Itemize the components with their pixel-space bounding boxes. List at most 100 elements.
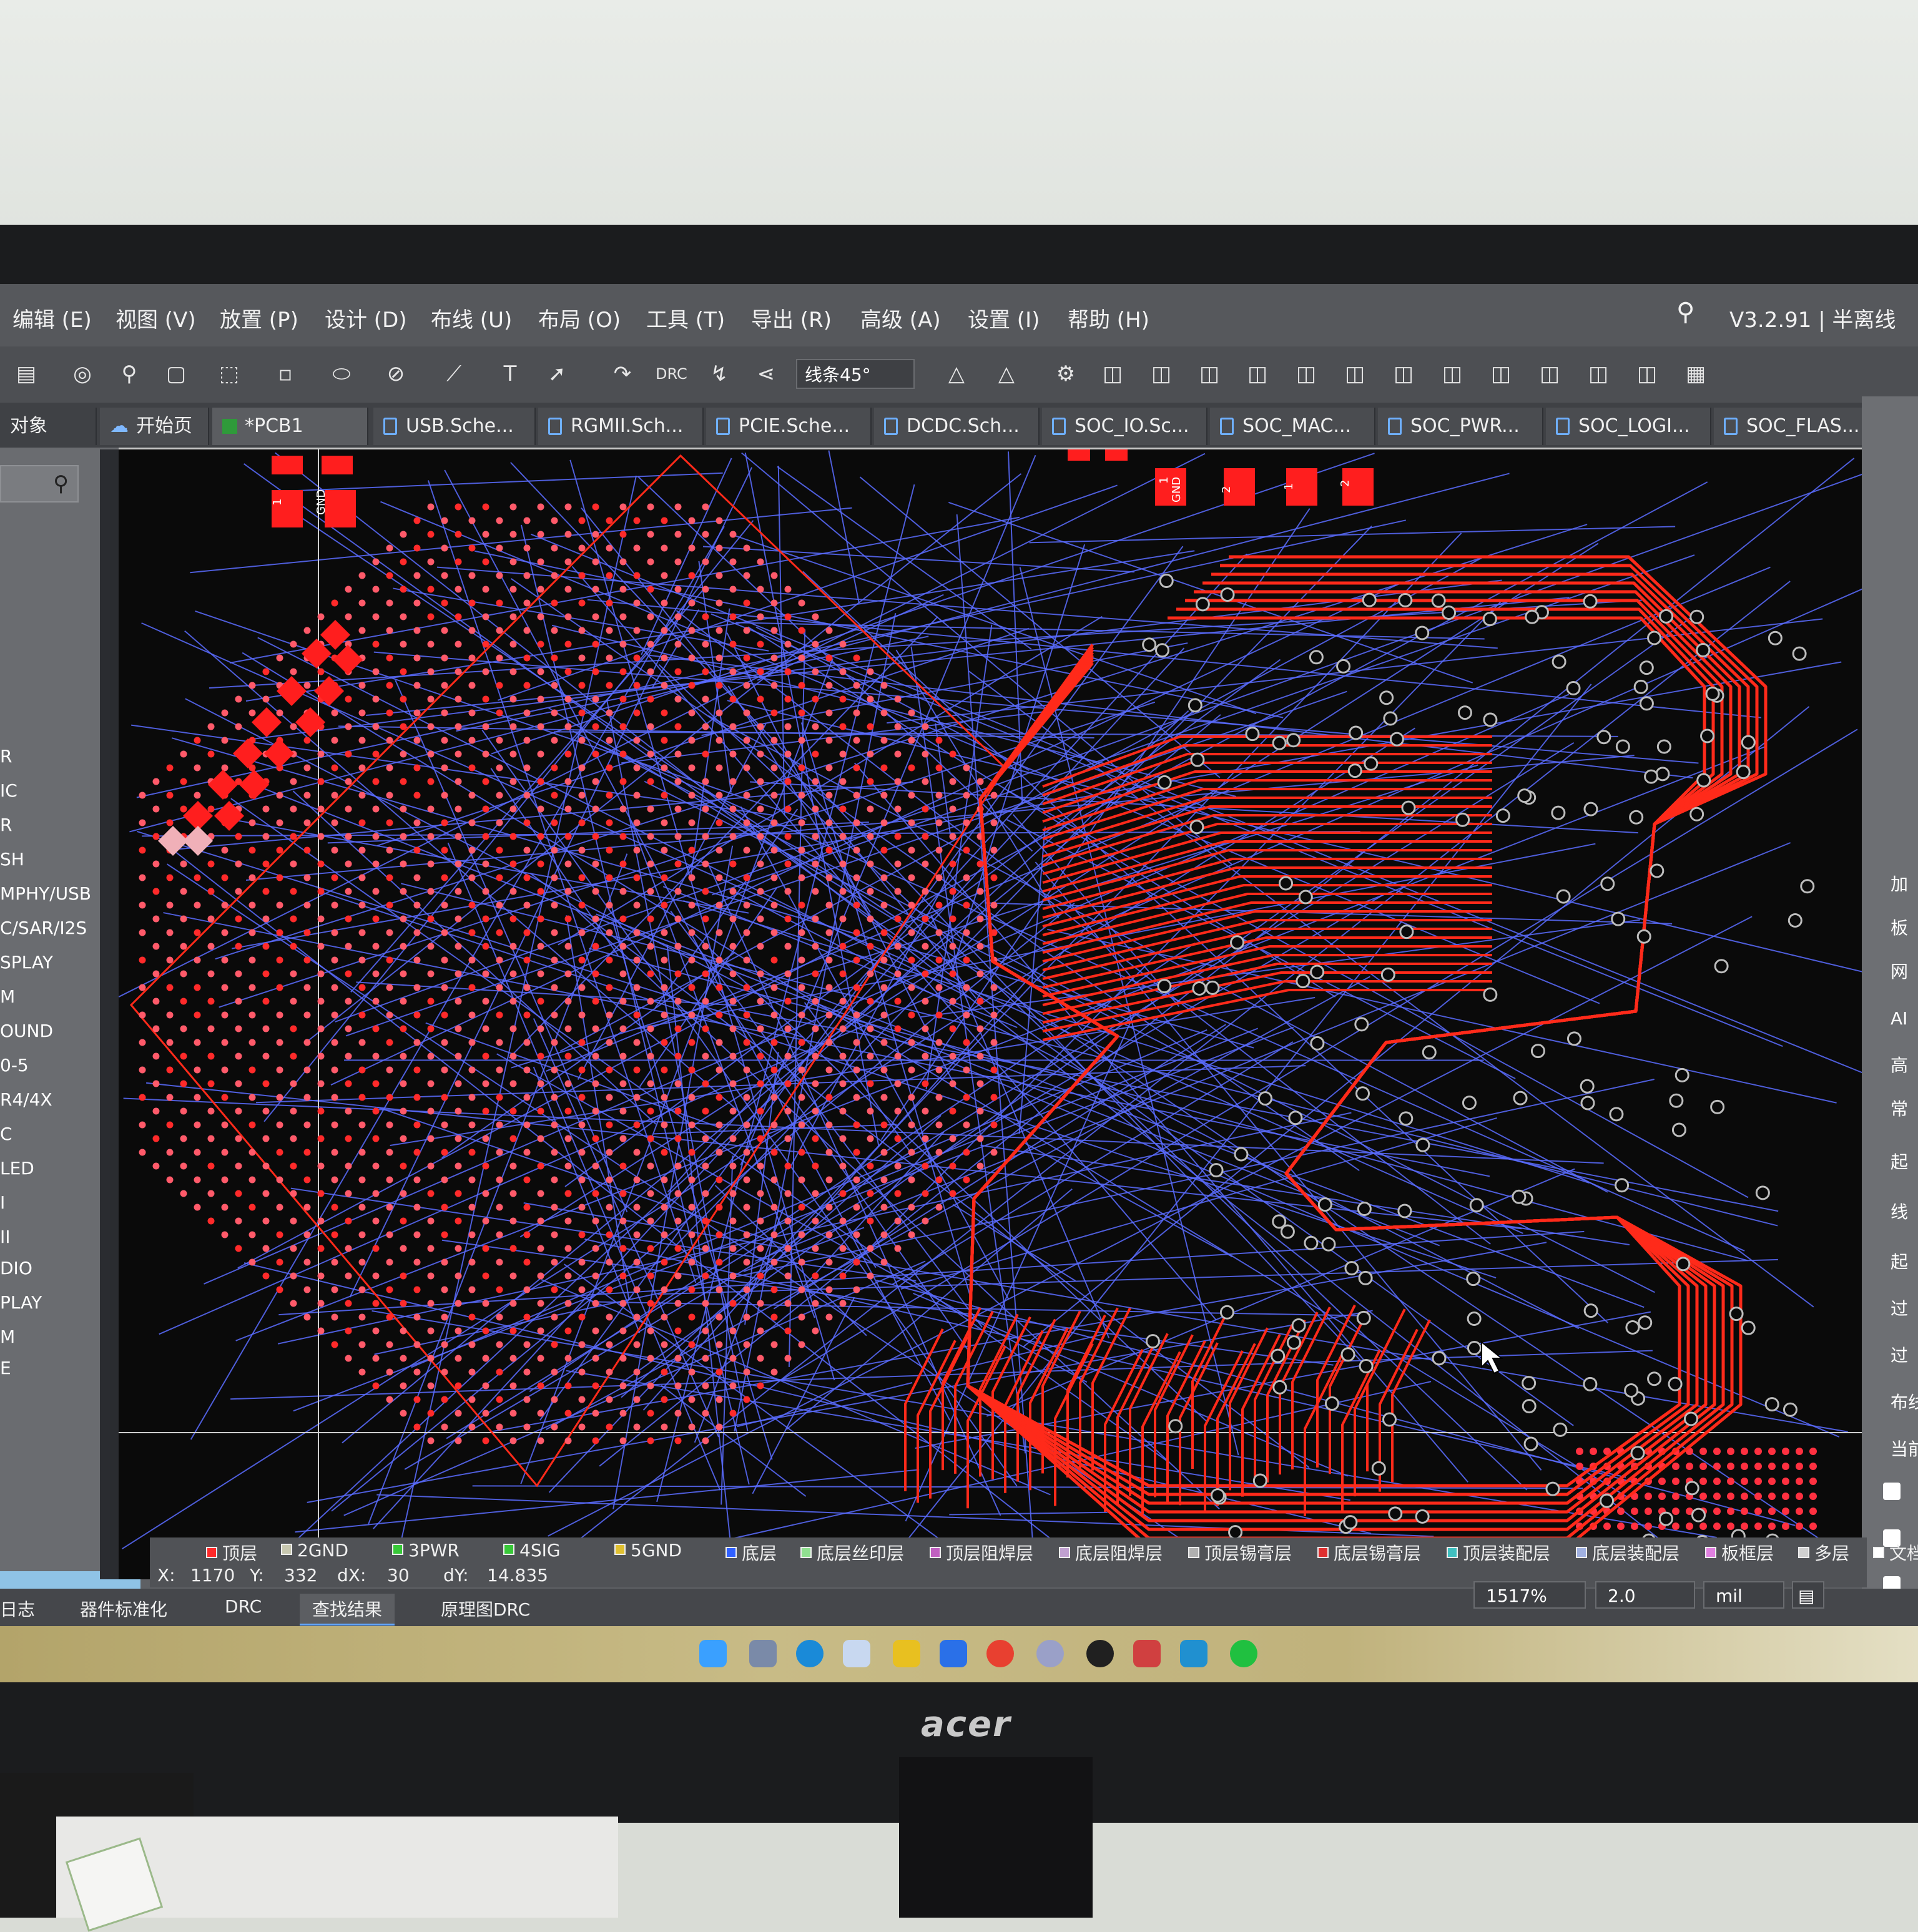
align-top-icon[interactable]: ◫ [1196, 360, 1223, 388]
layer-toggle[interactable]: 顶层装配层 [1447, 1540, 1550, 1565]
menu-layout[interactable]: 布局 (O) [538, 303, 621, 333]
shape-icon[interactable]: ▫ [272, 360, 299, 388]
left-list-item[interactable]: M [0, 1326, 15, 1347]
tab-soc-logi-sch[interactable]: SOC_LOGI... [1546, 408, 1711, 445]
edge-browser-icon[interactable] [796, 1640, 824, 1667]
tab-soc-io-sch[interactable]: SOC_IO.Sc... [1042, 408, 1207, 445]
left-list-item[interactable]: C/SAR/I2S [0, 918, 87, 938]
layer-toggle[interactable]: 3PWR [392, 1540, 460, 1561]
grid-align-icon[interactable]: ◫ [1585, 360, 1612, 388]
align-bottom-icon[interactable]: ◫ [1244, 360, 1271, 388]
rect-icon[interactable]: ▢ [162, 360, 190, 388]
tab-log[interactable]: 日志 [0, 1596, 35, 1621]
right-panel-item[interactable]: 起 [1891, 1248, 1908, 1273]
flip-icon[interactable]: △ [943, 360, 970, 388]
file-app-icon[interactable] [940, 1640, 967, 1667]
tab-find-results[interactable]: 查找结果 [300, 1594, 395, 1626]
layer-toggle[interactable]: 底层锡膏层 [1317, 1540, 1421, 1565]
tab-rgmii-sch[interactable]: RGMII.Sch... [538, 408, 704, 445]
menu-advanced[interactable]: 高级 (A) [860, 303, 941, 333]
menu-settings[interactable]: 设置 (I) [968, 303, 1040, 333]
cloud-app-icon[interactable] [843, 1640, 870, 1667]
right-panel-item[interactable]: 当前 [1891, 1436, 1918, 1461]
distribute-v-icon[interactable]: ◫ [1341, 360, 1369, 388]
layer-toggle[interactable]: 多层 [1798, 1540, 1849, 1565]
wechat-icon[interactable] [1230, 1640, 1257, 1667]
menu-export[interactable]: 导出 (R) [751, 303, 832, 333]
import-icon[interactable]: ↷ [609, 360, 636, 388]
chrome-icon[interactable] [986, 1640, 1014, 1667]
mirror-icon[interactable]: △ [993, 360, 1020, 388]
pdf-app-icon[interactable] [893, 1640, 920, 1667]
left-list-item[interactable]: PLAY [0, 1292, 42, 1313]
align-center-icon[interactable]: ◫ [1390, 360, 1417, 388]
right-panel-item[interactable]: 板 [1891, 915, 1908, 939]
layer-toggle[interactable]: 2GND [281, 1540, 348, 1561]
route-icon[interactable]: ↯ [706, 360, 733, 388]
right-panel-item[interactable]: 加 [1891, 871, 1908, 896]
grid-select[interactable]: 2.0 [1595, 1581, 1695, 1609]
space-v-icon[interactable]: ◫ [1536, 360, 1563, 388]
snap-icon[interactable]: ◫ [1633, 360, 1661, 388]
select-icon[interactable]: ⬚ [215, 360, 243, 388]
left-list-item[interactable]: DIO [0, 1258, 32, 1278]
right-panel-item[interactable]: 常 [1891, 1096, 1908, 1120]
layer-toggle[interactable]: 顶层阻焊层 [930, 1540, 1033, 1565]
settings-icon[interactable]: ⚙ [1052, 360, 1079, 388]
distribute-h-icon[interactable]: ◫ [1292, 360, 1320, 388]
tab-pcb1[interactable]: *PCB1 [212, 408, 368, 445]
tab-pcie-sch[interactable]: PCIE.Sche... [706, 408, 872, 445]
right-panel-item[interactable]: 布线 [1891, 1389, 1918, 1414]
line-icon[interactable]: ⟋ [440, 360, 468, 388]
task-view-icon[interactable] [749, 1640, 777, 1667]
tab-soc-flas-sch[interactable]: SOC_FLAS... [1714, 408, 1879, 445]
space-h-icon[interactable]: ◫ [1487, 360, 1515, 388]
menu-route[interactable]: 布线 (U) [431, 303, 512, 333]
ruler-icon[interactable]: ▤ [12, 360, 40, 388]
menu-tools[interactable]: 工具 (T) [646, 303, 725, 333]
windows-start-icon[interactable] [699, 1640, 727, 1667]
align-middle-icon[interactable]: ◫ [1438, 360, 1466, 388]
layer-toggle[interactable]: 文档层 [1873, 1540, 1918, 1565]
layer-toggle[interactable]: 顶层锡膏层 [1188, 1540, 1292, 1565]
left-list-item[interactable]: SPLAY [0, 952, 53, 973]
layer-toggle[interactable]: 底层阻焊层 [1059, 1540, 1163, 1565]
left-list-item[interactable]: C [0, 1124, 12, 1144]
tool-app-icon[interactable] [1133, 1640, 1161, 1667]
right-panel-item[interactable]: AI [1891, 1008, 1907, 1029]
layer-toggle[interactable]: 顶层 [206, 1540, 257, 1565]
left-list-item[interactable]: IC [0, 780, 17, 801]
pin-icon[interactable]: ⚲ [116, 360, 143, 388]
left-list-item[interactable]: SH [0, 849, 24, 870]
menu-place[interactable]: 放置 (P) [220, 303, 298, 333]
pcb-canvas[interactable]: GND121GND12 [100, 449, 1898, 1579]
right-panel-item[interactable]: 起 [1891, 1149, 1908, 1174]
left-list-item[interactable]: I [0, 1192, 5, 1213]
tab-schematic-drc[interactable]: 原理图DRC [441, 1596, 530, 1621]
layer-toggle[interactable]: 板框层 [1705, 1540, 1774, 1565]
via-icon[interactable]: ◎ [69, 360, 96, 388]
diff-route-icon[interactable]: ⋖ [752, 360, 780, 388]
tab-component-standardize[interactable]: 器件标准化 [80, 1596, 167, 1621]
search-input[interactable]: ⚲ [0, 465, 79, 503]
zoom-select[interactable]: 1517% [1473, 1581, 1586, 1609]
tab-drc[interactable]: DRC [225, 1596, 262, 1617]
layer-toggle[interactable]: 底层丝印层 [800, 1540, 904, 1565]
right-panel-item[interactable]: 线 [1891, 1199, 1908, 1223]
left-list-item[interactable]: R [0, 746, 12, 767]
drc-icon[interactable]: DRC [656, 360, 683, 388]
tab-soc-mac-sch[interactable]: SOC_MAC... [1210, 408, 1375, 445]
align-right-icon[interactable]: ◫ [1148, 360, 1175, 388]
left-list-item[interactable]: LED [0, 1158, 34, 1179]
tab-start-page[interactable]: ☁开始页 [100, 408, 209, 445]
menu-view[interactable]: 视图 (V) [116, 303, 196, 333]
qq-icon[interactable] [1086, 1640, 1114, 1667]
left-list-item[interactable]: OUND [0, 1021, 53, 1041]
left-list-item[interactable]: II [0, 1227, 11, 1247]
tab-dcdc-sch[interactable]: DCDC.Sch... [874, 408, 1040, 445]
layer-toggle[interactable]: 底层装配层 [1576, 1540, 1679, 1565]
text-icon[interactable]: T [496, 360, 524, 388]
menu-edit[interactable]: 编辑 (E) [12, 303, 92, 333]
table-icon[interactable]: ▦ [1682, 360, 1709, 388]
option-checkbox[interactable] [1883, 1483, 1901, 1500]
